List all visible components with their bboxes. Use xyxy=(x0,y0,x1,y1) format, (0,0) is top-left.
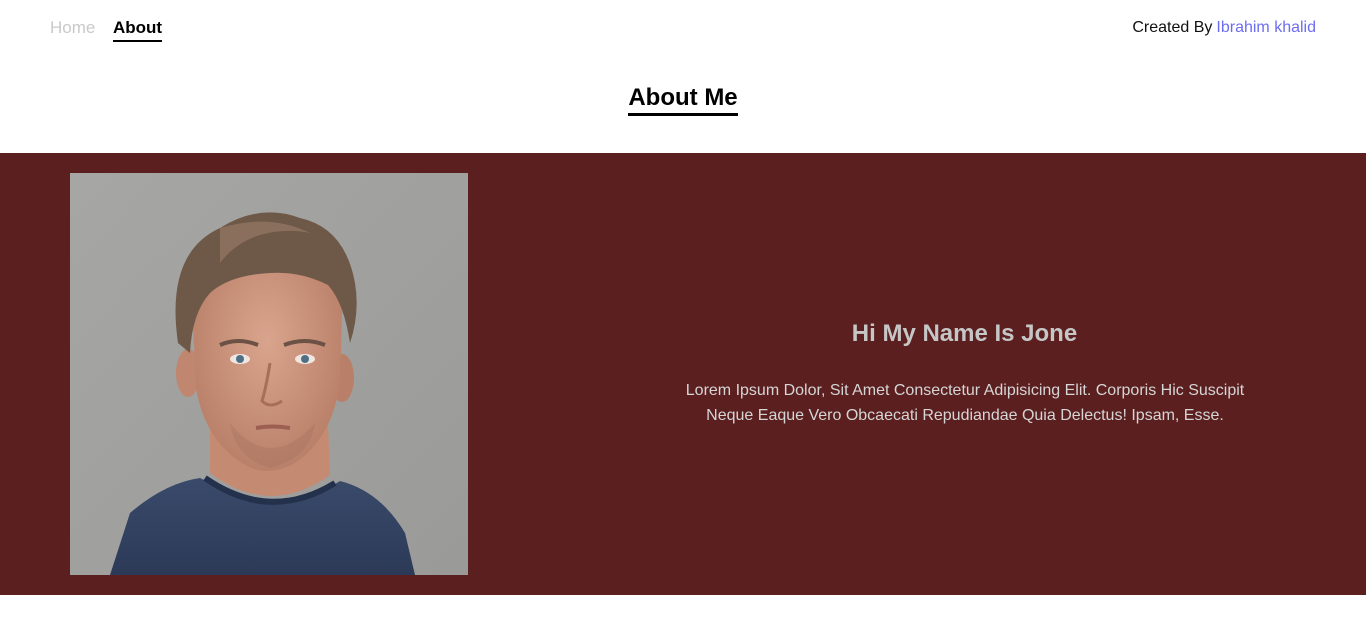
credit-line: Created By Ibrahim khalid xyxy=(1132,18,1316,38)
page-title: About Me xyxy=(628,84,738,116)
about-section: Hi My Name Is Jone Lorem Ipsum Dolor, Si… xyxy=(0,153,1366,595)
portrait-photo xyxy=(70,173,468,575)
bio-text: Lorem Ipsum Dolor, Sit Amet Consectetur … xyxy=(685,382,1245,424)
bio-panel: Hi My Name Is Jone Lorem Ipsum Dolor, Si… xyxy=(563,153,1366,595)
credit-author-link[interactable]: Ibrahim khalid xyxy=(1216,19,1316,36)
portrait-illustration xyxy=(70,173,468,575)
top-nav: Home About Created By Ibrahim khalid xyxy=(0,0,1366,56)
page-title-wrap: About Me xyxy=(0,84,1366,116)
bio-heading: Hi My Name Is Jone xyxy=(851,320,1078,347)
nav-link-home[interactable]: Home xyxy=(50,18,95,40)
credit-prefix: Created By xyxy=(1132,19,1213,36)
nav-link-about[interactable]: About xyxy=(113,18,163,42)
